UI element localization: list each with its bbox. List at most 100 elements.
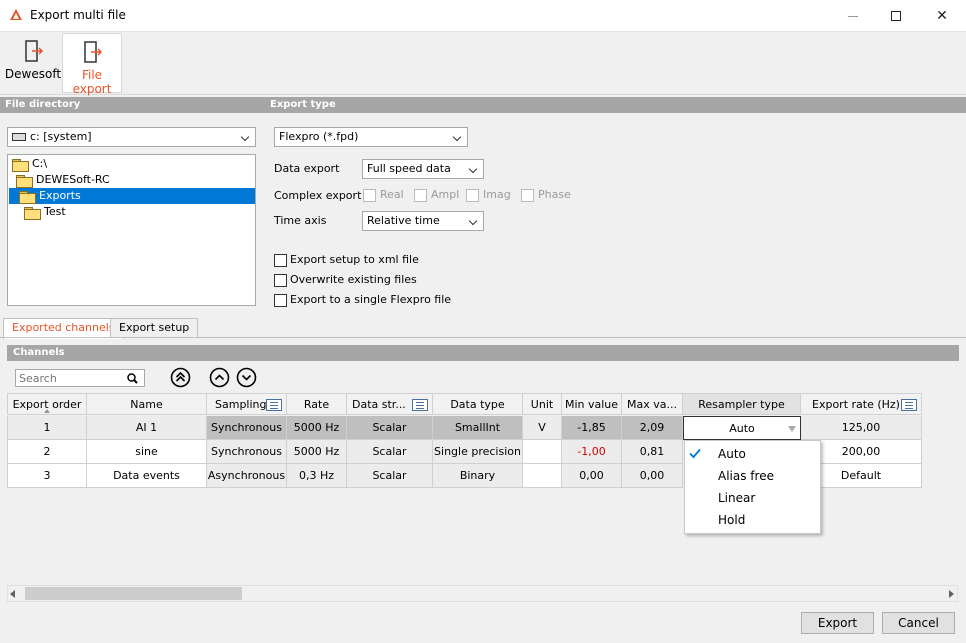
- close-button[interactable]: ✕: [919, 0, 965, 32]
- cell-rate[interactable]: 0,3 Hz: [287, 464, 347, 488]
- scroll-right-icon[interactable]: [949, 590, 954, 598]
- tree-node-root[interactable]: C:\: [12, 156, 47, 172]
- checkbox-label: Export setup to xml file: [290, 253, 419, 266]
- column-header-unit[interactable]: Unit: [523, 393, 562, 415]
- search-input[interactable]: [16, 370, 120, 386]
- time-axis-select[interactable]: Relative time: [362, 211, 484, 231]
- column-filter-icon[interactable]: [412, 399, 428, 411]
- resampler-option-hold[interactable]: Hold: [685, 509, 820, 531]
- move-down-icon[interactable]: [236, 367, 257, 388]
- cell-unit[interactable]: [523, 440, 562, 464]
- overwrite-files-checkbox[interactable]: Overwrite existing files: [274, 273, 417, 287]
- cell-data-type[interactable]: Binary: [433, 464, 523, 488]
- cell-max-value[interactable]: 2,09: [622, 416, 683, 440]
- column-header-name[interactable]: Name: [87, 393, 207, 415]
- resampler-option-auto[interactable]: Auto: [685, 443, 820, 465]
- column-label: Sampling: [215, 398, 267, 411]
- column-header-max-value[interactable]: Max va...: [622, 393, 683, 415]
- resampler-type-dropdown[interactable]: Auto Alias free Linear Hold: [684, 440, 821, 534]
- export-setup-xml-checkbox[interactable]: Export setup to xml file: [274, 253, 419, 267]
- tree-node-test[interactable]: Test: [24, 204, 66, 220]
- file-directory-header: File directory: [5, 99, 81, 110]
- checkbox-label: Imag: [483, 188, 511, 201]
- resampler-value: Auto: [729, 422, 755, 435]
- complex-real-checkbox[interactable]: Real: [363, 188, 404, 202]
- export-format-value: Flexpro (*.fpd): [279, 130, 359, 143]
- column-filter-icon[interactable]: [901, 399, 917, 411]
- cell-name[interactable]: Data events: [87, 464, 207, 488]
- complex-imag-checkbox[interactable]: Imag: [466, 188, 511, 202]
- tree-node-exports[interactable]: Exports: [9, 188, 255, 204]
- cell-name[interactable]: sine: [87, 440, 207, 464]
- tab-divider: [0, 337, 966, 338]
- cell-rate[interactable]: 5000 Hz: [287, 440, 347, 464]
- single-flexpro-file-checkbox[interactable]: Export to a single Flexpro file: [274, 293, 451, 307]
- column-label: Export rate (Hz): [812, 398, 900, 411]
- minimize-button[interactable]: [830, 0, 876, 32]
- data-export-select[interactable]: Full speed data: [362, 159, 484, 179]
- cell-sampling[interactable]: Synchronous: [207, 416, 287, 440]
- move-up-icon[interactable]: [209, 367, 230, 388]
- resampler-option-alias-free[interactable]: Alias free: [685, 465, 820, 487]
- cell-data-structure[interactable]: Scalar: [347, 416, 433, 440]
- drive-icon: [12, 133, 26, 141]
- export-format-select[interactable]: Flexpro (*.fpd): [274, 127, 468, 147]
- drive-value: c: [system]: [30, 130, 92, 143]
- scroll-left-icon[interactable]: [10, 590, 15, 598]
- maximize-button[interactable]: [873, 0, 919, 32]
- chevron-down-icon: [469, 214, 479, 228]
- folder-tree[interactable]: C:\ DEWESoft-RC Exports Test: [7, 154, 256, 306]
- cell-data-structure[interactable]: Scalar: [347, 464, 433, 488]
- cell-rate[interactable]: 5000 Hz: [287, 416, 347, 440]
- resampler-option-linear[interactable]: Linear: [685, 487, 820, 509]
- checkbox-box: [466, 188, 479, 202]
- cell-min-value[interactable]: -1,85: [562, 416, 622, 440]
- cell-export-order[interactable]: 2: [7, 440, 87, 464]
- cell-max-value[interactable]: 0,00: [622, 464, 683, 488]
- tab-exported-channels[interactable]: Exported channels: [3, 318, 124, 339]
- horizontal-scrollbar[interactable]: [7, 585, 958, 602]
- scrollbar-thumb[interactable]: [25, 587, 242, 600]
- cancel-button[interactable]: Cancel: [882, 612, 955, 634]
- cell-min-value[interactable]: 0,00: [562, 464, 622, 488]
- cell-name[interactable]: AI 1: [87, 416, 207, 440]
- checkbox-box: [274, 293, 287, 307]
- maximize-icon: [891, 11, 901, 21]
- move-to-top-icon[interactable]: [170, 367, 191, 388]
- complex-phase-checkbox[interactable]: Phase: [521, 188, 571, 202]
- cell-sampling[interactable]: Synchronous: [207, 440, 287, 464]
- column-filter-icon[interactable]: [266, 399, 282, 411]
- cell-export-rate[interactable]: 125,00: [801, 416, 922, 440]
- complex-ampl-checkbox[interactable]: Ampl: [414, 188, 459, 202]
- column-header-export-rate[interactable]: Export rate (Hz): [801, 393, 922, 415]
- column-header-min-value[interactable]: Min value: [562, 393, 622, 415]
- cell-max-value[interactable]: 0,81: [622, 440, 683, 464]
- resampler-type-editor[interactable]: Auto: [683, 416, 801, 440]
- column-header-data-structure[interactable]: Data str...: [347, 393, 433, 415]
- cell-export-order[interactable]: 1: [7, 416, 87, 440]
- chevron-down-icon: [241, 130, 251, 144]
- column-header-export-order[interactable]: Export order: [7, 393, 87, 415]
- dewesoft-logo-icon: [10, 9, 22, 20]
- cell-unit[interactable]: [523, 464, 562, 488]
- checkbox-label: Real: [380, 188, 404, 201]
- column-header-resampler-type[interactable]: Resampler type: [683, 393, 801, 415]
- cell-min-value[interactable]: -1,00: [562, 440, 622, 464]
- cell-data-type[interactable]: SmallInt: [433, 416, 523, 440]
- tab-export-setup[interactable]: Export setup: [110, 318, 199, 338]
- cell-data-type[interactable]: Single precision: [433, 440, 523, 464]
- drive-select[interactable]: c: [system]: [7, 127, 256, 147]
- cell-unit[interactable]: V: [523, 416, 562, 440]
- tree-node-dewesoft-rc[interactable]: DEWESoft-RC: [16, 172, 110, 188]
- dewesoft-button[interactable]: Dewesoft: [4, 33, 62, 93]
- column-header-rate[interactable]: Rate: [287, 393, 347, 415]
- cell-data-structure[interactable]: Scalar: [347, 440, 433, 464]
- export-button[interactable]: Export: [801, 612, 874, 634]
- column-header-data-type[interactable]: Data type: [433, 393, 523, 415]
- cell-sampling[interactable]: Asynchronous: [207, 464, 287, 488]
- file-export-button[interactable]: File export: [62, 33, 122, 96]
- cell-export-order[interactable]: 3: [7, 464, 87, 488]
- column-header-sampling[interactable]: Sampling: [207, 393, 287, 415]
- folder-icon: [24, 206, 41, 220]
- search-box[interactable]: [15, 369, 145, 387]
